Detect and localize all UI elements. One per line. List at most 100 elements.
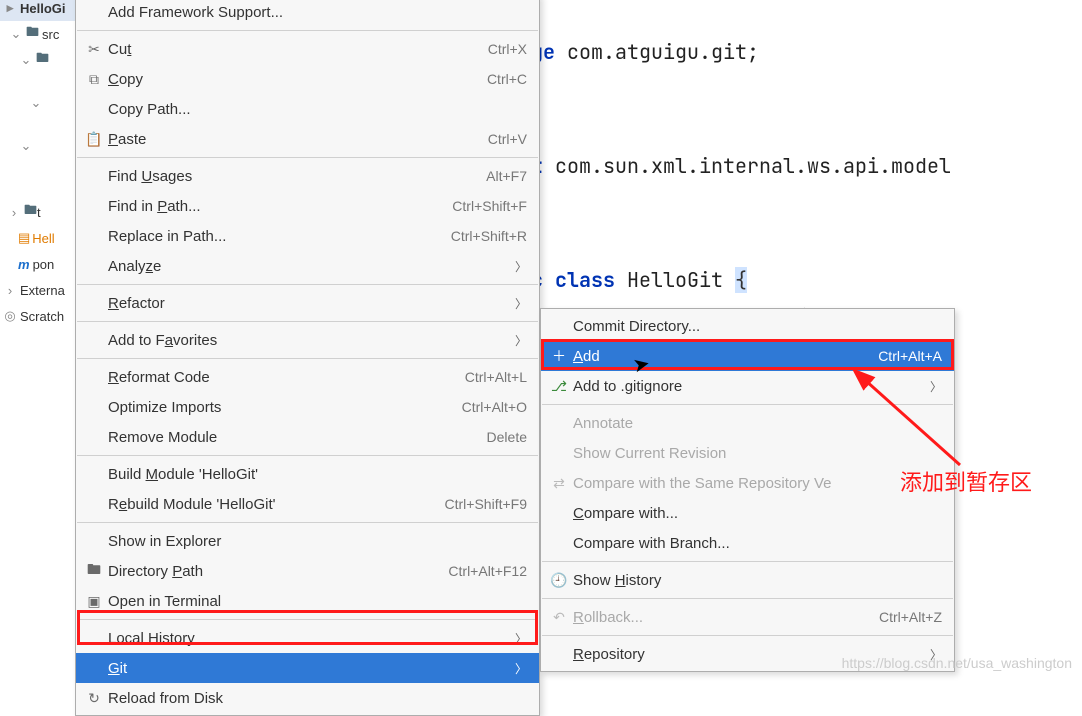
- tree-sub2[interactable]: ⌄: [0, 73, 80, 133]
- submenu-compare-same: ⇄Compare with the Same Repository Ve: [541, 468, 954, 498]
- menu-build[interactable]: Build Module 'HelloGit': [76, 459, 539, 489]
- brace: {: [735, 267, 747, 293]
- tree-target[interactable]: › 🖿 t: [0, 199, 80, 225]
- folder-icon: 🖿: [36, 49, 49, 71]
- menu-separator: [77, 157, 538, 158]
- copy-icon: ⧉: [84, 71, 104, 88]
- menu-paste[interactable]: 📋PasteCtrl+V: [76, 124, 539, 154]
- add-icon: ＋: [549, 346, 569, 366]
- folder-icon: 🖿: [24, 201, 37, 223]
- paste-icon: 📋: [84, 131, 104, 148]
- menu-separator: [77, 358, 538, 359]
- reload-icon: ↻: [84, 690, 104, 707]
- submenu-rollback: ↶Rollback...Ctrl+Alt+Z: [541, 602, 954, 632]
- submenu-arrow-icon: 〉: [515, 660, 527, 677]
- menu-separator: [77, 522, 538, 523]
- tree-pom[interactable]: m pon: [0, 251, 80, 277]
- chevron-right-icon: ›: [6, 205, 22, 220]
- project-tree: ▸ HelloGi ⌄ 🖿 src ⌄ 🖿 ⌄ ⌄ › 🖿 t ▤ Hell m…: [0, 0, 80, 329]
- tree-src[interactable]: ⌄ 🖿 src: [0, 21, 80, 47]
- tree-src-label: src: [42, 27, 59, 42]
- tree-scratch[interactable]: ◎ Scratch: [0, 303, 80, 329]
- menu-add-framework[interactable]: Add Framework Support...: [76, 0, 539, 27]
- menu-favorites[interactable]: Add to Favorites〉: [76, 325, 539, 355]
- menu-separator: [77, 284, 538, 285]
- submenu-arrow-icon: 〉: [515, 630, 527, 647]
- tree-root[interactable]: ▸ HelloGi: [0, 0, 80, 21]
- menu-optimize[interactable]: Optimize ImportsCtrl+Alt+O: [76, 392, 539, 422]
- chevron-down-icon: ⌄: [8, 26, 24, 42]
- submenu-compare-with[interactable]: Compare with...: [541, 498, 954, 528]
- folder-icon: 🖿: [26, 23, 39, 45]
- menu-separator: [77, 30, 538, 31]
- context-menu-git: Commit Directory... ＋AddCtrl+Alt+A ⎇Add …: [540, 308, 955, 672]
- menu-find-usages[interactable]: Find UsagesAlt+F7: [76, 161, 539, 191]
- menu-refactor[interactable]: Refactor〉: [76, 288, 539, 318]
- maven-icon: m: [18, 257, 30, 272]
- tree-iml-label: Hell: [32, 231, 54, 246]
- cut-icon: ✂: [84, 41, 104, 58]
- submenu-compare-branch[interactable]: Compare with Branch...: [541, 528, 954, 558]
- import-name: com.sun.xml.internal.ws.api.model: [555, 153, 951, 179]
- menu-rebuild[interactable]: Rebuild Module 'HelloGit'Ctrl+Shift+F9: [76, 489, 539, 519]
- menu-separator: [77, 321, 538, 322]
- submenu-arrow-icon: 〉: [515, 295, 527, 312]
- tree-root-label: HelloGi: [20, 1, 66, 16]
- tree-sub1[interactable]: ⌄ 🖿: [0, 47, 80, 73]
- tree-ext-label: Externa: [20, 283, 65, 298]
- compare-icon: ⇄: [549, 475, 569, 492]
- menu-separator: [542, 635, 953, 636]
- tree-pom-label: pon: [33, 257, 55, 272]
- class-name: HelloGit: [627, 267, 735, 293]
- submenu-add[interactable]: ＋AddCtrl+Alt+A: [541, 341, 954, 371]
- menu-open-terminal[interactable]: ▣Open in Terminal: [76, 586, 539, 616]
- menu-git[interactable]: Git〉: [76, 653, 539, 683]
- tree-iml[interactable]: ▤ Hell: [0, 225, 80, 251]
- submenu-arrow-icon: 〉: [515, 258, 527, 275]
- chevron-right-icon: ›: [2, 283, 18, 298]
- chevron-down-icon: ⌄: [18, 138, 34, 154]
- submenu-show-history[interactable]: 🕘Show History: [541, 565, 954, 595]
- menu-cut[interactable]: ✂CutCtrl+X: [76, 34, 539, 64]
- folder-icon: 🖿: [84, 559, 104, 583]
- submenu-commit[interactable]: Commit Directory...: [541, 311, 954, 341]
- menu-separator: [542, 404, 953, 405]
- menu-separator: [542, 598, 953, 599]
- scratch-icon: ◎: [2, 308, 18, 324]
- chevron-down-icon: ⌄: [28, 95, 44, 111]
- menu-show-explorer[interactable]: Show in Explorer: [76, 526, 539, 556]
- menu-separator: [77, 619, 538, 620]
- menu-separator: [542, 561, 953, 562]
- menu-local-history[interactable]: Local History〉: [76, 623, 539, 653]
- watermark: https://blog.csdn.net/usa_washington: [842, 655, 1072, 671]
- chevron-down-icon: ⌄: [18, 52, 34, 68]
- menu-analyze[interactable]: Analyze〉: [76, 251, 539, 281]
- history-icon: 🕘: [549, 572, 569, 589]
- submenu-annotate: Annotate: [541, 408, 954, 438]
- menu-find-in-path[interactable]: Find in Path...Ctrl+Shift+F: [76, 191, 539, 221]
- submenu-show-revision: Show Current Revision: [541, 438, 954, 468]
- context-menu-main: Add Framework Support... ✂CutCtrl+X ⧉Cop…: [75, 0, 540, 716]
- tree-external[interactable]: › Externa: [0, 277, 80, 303]
- submenu-arrow-icon: 〉: [515, 332, 527, 349]
- tree-sub3[interactable]: ⌄: [0, 133, 80, 159]
- menu-reformat[interactable]: Reformat CodeCtrl+Alt+L: [76, 362, 539, 392]
- iml-icon: ▤: [18, 230, 30, 246]
- menu-directory-path[interactable]: 🖿Directory PathCtrl+Alt+F12: [76, 556, 539, 586]
- git-icon: ⎇: [549, 378, 569, 395]
- pkg-name: com.atguigu.git;: [567, 39, 759, 65]
- folder-icon: ▸: [2, 0, 18, 16]
- menu-replace-in-path[interactable]: Replace in Path...Ctrl+Shift+R: [76, 221, 539, 251]
- submenu-arrow-icon: 〉: [930, 378, 942, 395]
- menu-reload[interactable]: ↻Reload from Disk: [76, 683, 539, 713]
- tree-scratch-label: Scratch: [20, 309, 64, 324]
- rollback-icon: ↶: [549, 609, 569, 626]
- submenu-gitignore[interactable]: ⎇Add to .gitignore〉: [541, 371, 954, 401]
- terminal-icon: ▣: [84, 593, 104, 610]
- annotation-text: 添加到暂存区: [900, 465, 1032, 497]
- menu-copy[interactable]: ⧉CopyCtrl+C: [76, 64, 539, 94]
- menu-copy-path[interactable]: Copy Path...: [76, 94, 539, 124]
- menu-remove-module[interactable]: Remove ModuleDelete: [76, 422, 539, 452]
- menu-separator: [77, 455, 538, 456]
- tree-spacer: [0, 159, 80, 199]
